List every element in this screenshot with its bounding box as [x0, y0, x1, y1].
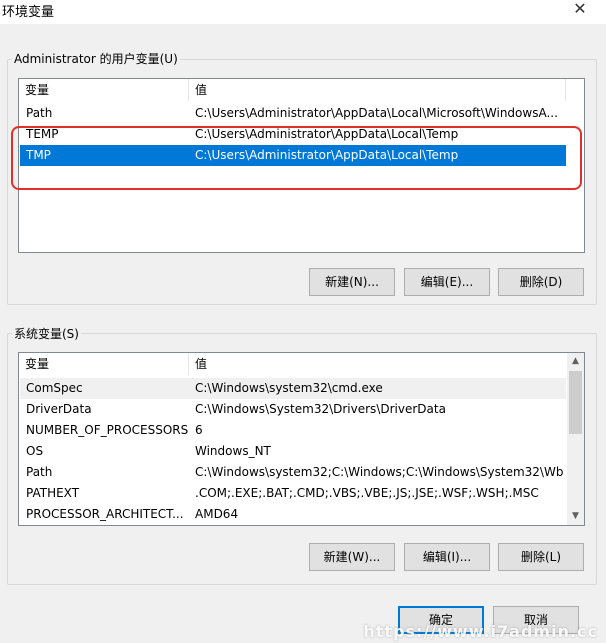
system-variables-label: 系统变量(S): [12, 325, 81, 342]
table-row[interactable]: Path C:\Windows\system32;C:\Windows;C:\W…: [20, 462, 566, 483]
column-separator[interactable]: [565, 79, 566, 101]
row-variable-name: PATHEXT: [26, 486, 80, 500]
table-row[interactable]: OS Windows_NT: [20, 441, 566, 462]
table-row[interactable]: PROCESSOR_ARCHITECT... AMD64: [20, 504, 566, 525]
row-variable-value: AMD64: [195, 507, 239, 521]
row-variable-value: C:\Windows\system32\cmd.exe: [195, 381, 383, 395]
vertical-scrollbar[interactable]: ▲ ▼: [567, 353, 584, 525]
row-variable-value: .COM;.EXE;.BAT;.CMD;.VBS;.VBE;.JS;.JSE;.…: [195, 486, 539, 500]
table-row[interactable]: NUMBER_OF_PROCESSORS 6: [20, 420, 566, 441]
watermark-text: https://www.i7admin.cc: [363, 622, 598, 641]
row-variable-name: DriverData: [26, 402, 92, 416]
scroll-down-icon[interactable]: ▼: [567, 508, 584, 525]
row-variable-name: OS: [26, 444, 44, 458]
table-row[interactable]: Path C:\Users\Administrator\AppData\Loca…: [20, 103, 566, 124]
user-delete-button[interactable]: 删除(D): [498, 268, 584, 296]
row-variable-value: C:\Windows\system32;C:\Windows;C:\Window…: [195, 465, 563, 479]
column-header-value[interactable]: 值: [189, 79, 565, 101]
row-variable-name: PROCESSOR_ARCHITECT...: [26, 507, 184, 521]
system-new-button[interactable]: 新建(W)...: [309, 543, 395, 571]
table-row[interactable]: PATHEXT .COM;.EXE;.BAT;.CMD;.VBS;.VBE;.J…: [20, 483, 566, 504]
row-variable-value: C:\Users\Administrator\AppData\Local\Mic…: [195, 106, 558, 120]
table-row[interactable]: ComSpec C:\Windows\system32\cmd.exe: [20, 378, 566, 399]
window-title: 环境变量: [2, 5, 55, 20]
row-variable-name: ComSpec: [26, 381, 83, 395]
system-delete-button[interactable]: 删除(L): [498, 543, 584, 571]
column-header-value[interactable]: 值: [189, 353, 565, 375]
user-list-header: 变量 值: [19, 79, 584, 101]
user-variables-label: Administrator 的用户变量(U): [12, 50, 180, 67]
row-variable-name: Path: [26, 465, 53, 479]
title-bar: 环境变量 ✕: [0, 0, 606, 24]
table-row[interactable]: DriverData C:\Windows\System32\Drivers\D…: [20, 399, 566, 420]
column-header-variable[interactable]: 变量: [19, 353, 189, 375]
user-edit-button[interactable]: 编辑(E)...: [404, 268, 490, 296]
system-variables-list[interactable]: 变量 值 ComSpec C:\Windows\system32\cmd.exe…: [18, 352, 585, 526]
column-header-variable[interactable]: 变量: [19, 79, 189, 101]
red-highlight-box: [11, 126, 582, 190]
row-variable-value: 6: [195, 423, 203, 437]
user-new-button[interactable]: 新建(N)...: [309, 268, 395, 296]
scroll-thumb[interactable]: [569, 371, 582, 434]
row-variable-name: Path: [26, 106, 53, 120]
scroll-up-icon[interactable]: ▲: [567, 353, 584, 370]
system-edit-button[interactable]: 编辑(I)...: [404, 543, 490, 571]
row-variable-value: Windows_NT: [195, 444, 271, 458]
row-variable-value: C:\Windows\System32\Drivers\DriverData: [195, 402, 446, 416]
system-list-header: 变量 值: [19, 353, 584, 375]
close-icon[interactable]: ✕: [570, 0, 590, 20]
row-variable-name: NUMBER_OF_PROCESSORS: [26, 423, 189, 437]
